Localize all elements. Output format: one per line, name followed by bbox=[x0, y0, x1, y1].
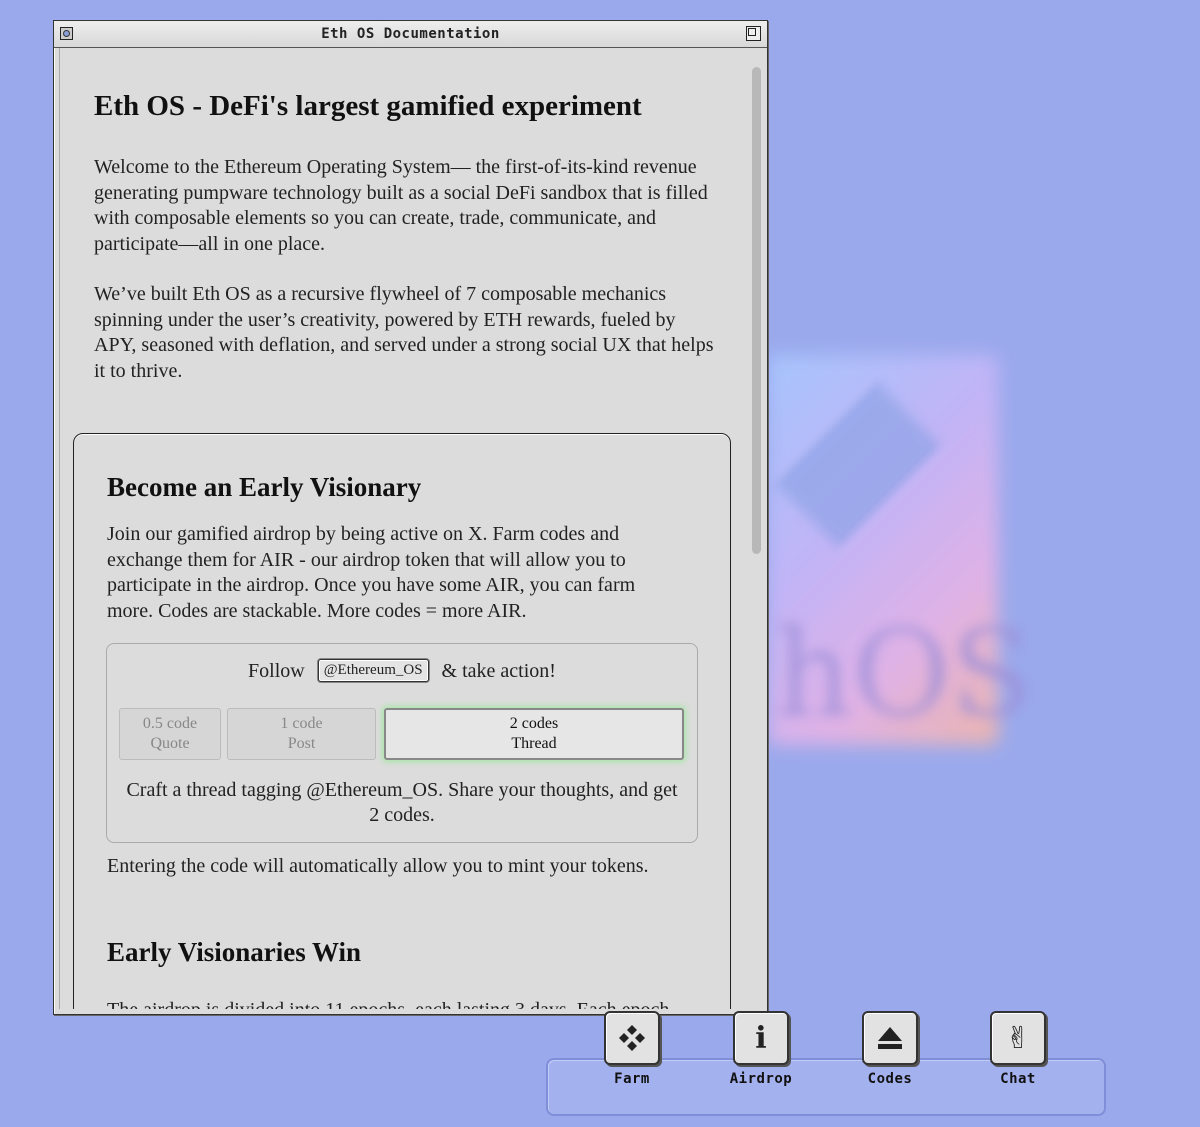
option-codes: 0.5 code bbox=[142, 715, 198, 732]
card-heading: Become an Early Visionary bbox=[107, 472, 422, 502]
dock-item-chat[interactable]: ✌ Chat bbox=[973, 1011, 1063, 1087]
background-logo-text: hOS bbox=[775, 605, 1033, 744]
follow-prefix: Follow bbox=[248, 660, 305, 682]
documentation-window: Eth OS Documentation Eth OS - DeFi's lar… bbox=[53, 20, 768, 1015]
option-codes: 1 code bbox=[280, 715, 323, 732]
option-label: Post bbox=[287, 735, 316, 752]
dock-item-farm[interactable]: Farm bbox=[587, 1011, 677, 1087]
farm-diamonds-icon[interactable] bbox=[604, 1011, 660, 1065]
section-body-epochs: The airdrop is divided into 11 epochs, e… bbox=[107, 998, 707, 1009]
early-visionary-card: Become an Early Visionary Join our gamif… bbox=[73, 433, 731, 1009]
dock-label-farm: Farm bbox=[614, 1071, 650, 1087]
follow-row: Follow @Ethereum_OS & take action! bbox=[107, 658, 697, 684]
dock-item-codes[interactable]: Codes bbox=[845, 1011, 935, 1087]
dock-item-airdrop[interactable]: i Airdrop bbox=[716, 1011, 806, 1087]
dock-label-codes: Codes bbox=[867, 1071, 913, 1087]
document-title: Eth OS - DeFi's largest gamified experim… bbox=[94, 90, 642, 122]
follow-handle-button[interactable]: @Ethereum_OS bbox=[317, 658, 429, 682]
option-label: Quote bbox=[150, 735, 190, 752]
option-label: Thread bbox=[511, 735, 557, 752]
card-body: Join our gamified airdrop by being activ… bbox=[107, 523, 636, 622]
dock-label-airdrop: Airdrop bbox=[729, 1071, 793, 1087]
title-bar[interactable]: Eth OS Documentation bbox=[54, 21, 767, 48]
option-quote-button[interactable]: 0.5 code Quote bbox=[119, 708, 221, 760]
peace-hand-icon[interactable]: ✌ bbox=[990, 1011, 1046, 1065]
window-title: Eth OS Documentation bbox=[321, 26, 500, 42]
option-thread-button[interactable]: 2 codes Thread bbox=[384, 708, 684, 760]
intro-paragraph: Welcome to the Ethereum Operating System… bbox=[94, 156, 708, 255]
mint-note: Entering the code will automatically all… bbox=[107, 855, 649, 877]
action-box: Follow @Ethereum_OS & take action! 0.5 c… bbox=[106, 643, 698, 843]
dock-label-chat: Chat bbox=[1000, 1071, 1036, 1087]
flywheel-paragraph: We’ve built Eth OS as a recursive flywhe… bbox=[94, 283, 714, 382]
section-heading-early-visionaries: Early Visionaries Win bbox=[107, 937, 362, 967]
option-codes: 2 codes bbox=[509, 715, 559, 732]
option-description: Craft a thread tagging @Ethereum_OS. Sha… bbox=[126, 779, 678, 826]
scrollbar-thumb[interactable] bbox=[752, 67, 761, 554]
zoom-box-icon[interactable] bbox=[746, 26, 761, 41]
option-post-button[interactable]: 1 code Post bbox=[227, 708, 376, 760]
follow-suffix: & take action! bbox=[441, 660, 556, 682]
vertical-scrollbar[interactable] bbox=[752, 61, 761, 1001]
eject-icon[interactable] bbox=[862, 1011, 918, 1065]
info-icon[interactable]: i bbox=[733, 1011, 789, 1065]
document-content: Eth OS - DeFi's largest gamified experim… bbox=[59, 48, 744, 1009]
